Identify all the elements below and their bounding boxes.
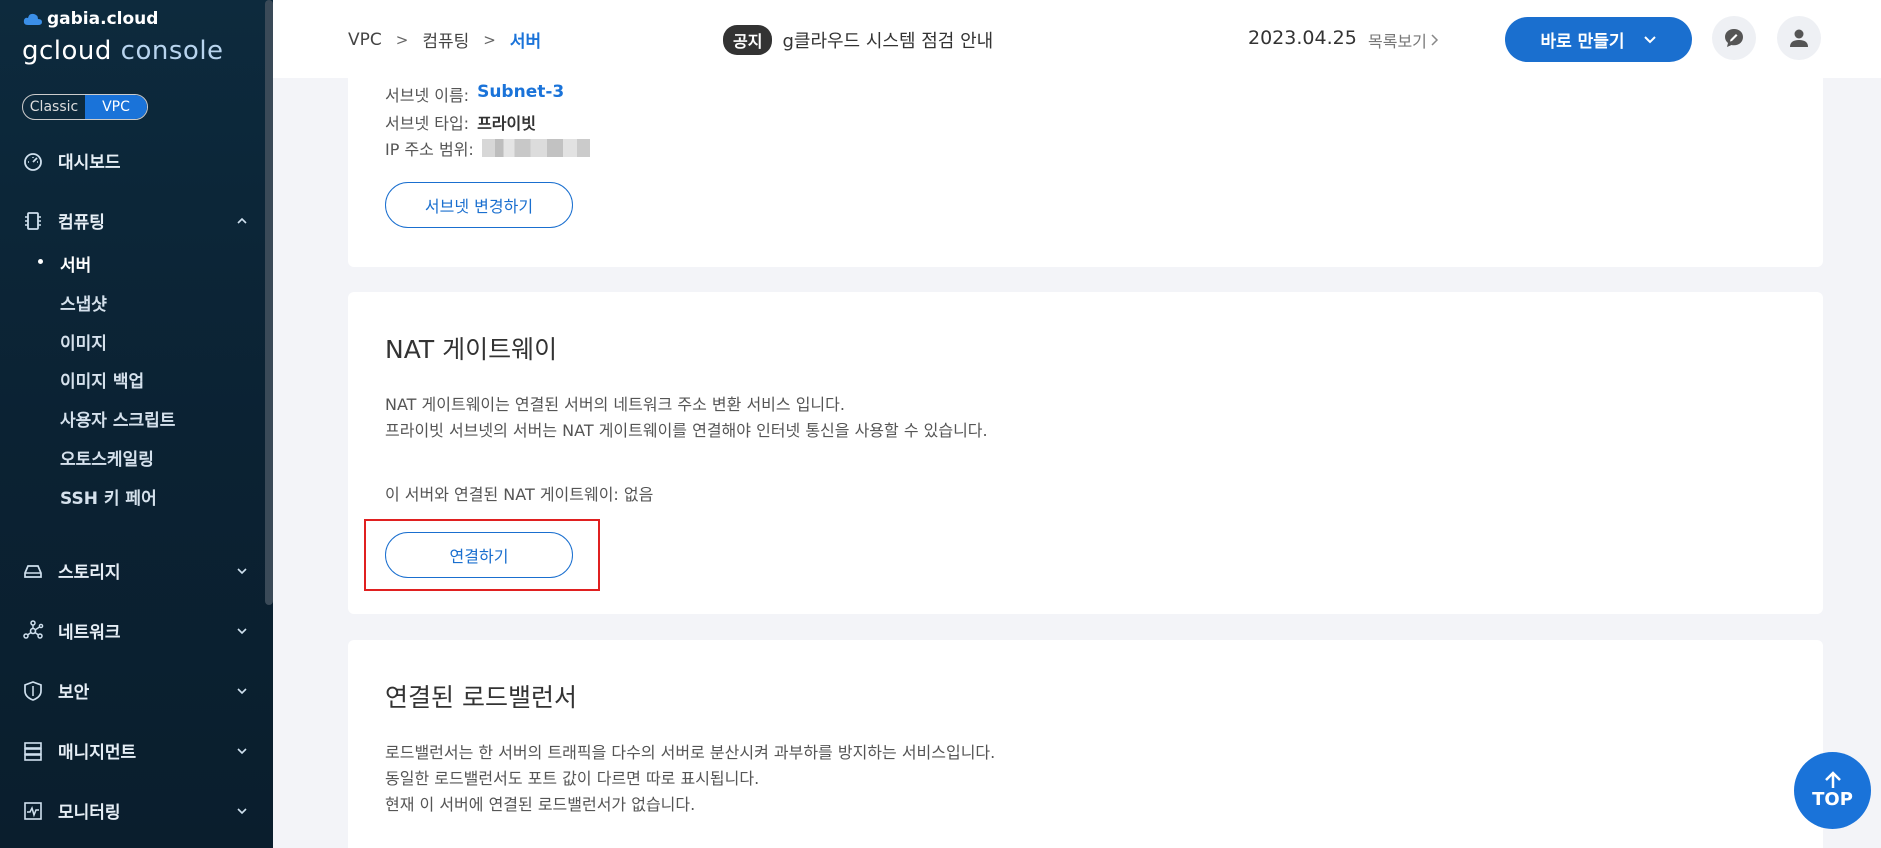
chevron-down-icon bbox=[237, 567, 247, 574]
sidebar-scrollbar[interactable] bbox=[265, 0, 273, 605]
nat-gateway-description: NAT 게이트웨이는 연결된 서버의 네트워크 주소 변환 서비스 입니다. 프… bbox=[385, 392, 988, 444]
breadcrumb-vpc[interactable]: VPC bbox=[348, 30, 382, 50]
sidebar-item-label: 보안 bbox=[58, 683, 90, 703]
sidebar-item-monitoring[interactable]: 모니터링 bbox=[22, 798, 248, 823]
ip-range-row: IP 주소 범위: bbox=[385, 136, 590, 160]
subnet-type-row: 서브넷 타입: 프라이빗 bbox=[385, 110, 536, 134]
sidebar-subitem-autoscaling[interactable]: 오토스케일링 bbox=[60, 445, 154, 470]
sidebar-item-label: 컴퓨팅 bbox=[58, 213, 105, 233]
sidebar-item-label: 대시보드 bbox=[58, 153, 121, 173]
sidebar-item-security[interactable]: 보안 bbox=[22, 678, 248, 703]
breadcrumb-separator-icon: > bbox=[483, 30, 496, 49]
quick-create-label: 바로 만들기 bbox=[1540, 32, 1625, 52]
sidebar-item-management[interactable]: 매니지먼트 bbox=[22, 738, 248, 763]
console-title-sub: console bbox=[111, 36, 224, 66]
nat-gateway-card: NAT 게이트웨이 NAT 게이트웨이는 연결된 서버의 네트워크 주소 변환 … bbox=[348, 292, 1823, 614]
sidebar-subitem-image[interactable]: 이미지 bbox=[60, 329, 107, 354]
lb-desc-line-3: 현재 이 서버에 연결된 로드밸런서가 없습니다. bbox=[385, 795, 696, 814]
brand-small-text: gabia.cloud bbox=[47, 9, 159, 29]
sidebar-subitem-ssh-keypair[interactable]: SSH 키 페어 bbox=[60, 484, 157, 509]
scroll-top-label: TOP bbox=[1812, 789, 1853, 810]
change-subnet-button[interactable]: 서브넷 변경하기 bbox=[385, 182, 573, 228]
load-balancer-card: 연결된 로드밸런서 로드밸런서는 한 서버의 트래픽을 다수의 서버로 분산시켜… bbox=[348, 640, 1823, 848]
cloud-logo-icon bbox=[23, 13, 42, 25]
sidebar-item-computing[interactable]: 컴퓨팅 bbox=[22, 208, 248, 233]
notice-badge: 공지 bbox=[723, 25, 773, 55]
subnet-name-label: 서브넷 이름: bbox=[385, 86, 470, 105]
nat-desc-line-2: 프라이빗 서브넷의 서버는 NAT 게이트웨이를 연결해야 인터넷 통신을 사용… bbox=[385, 421, 988, 440]
subnet-type-label: 서브넷 타입: bbox=[385, 114, 470, 133]
chevron-down-icon bbox=[237, 807, 247, 814]
sidebar-item-network[interactable]: 네트워크 bbox=[22, 618, 248, 643]
chevron-down-icon bbox=[237, 627, 247, 634]
quick-create-button[interactable]: 바로 만들기 bbox=[1505, 17, 1692, 62]
lb-desc-line-1: 로드밸런서는 한 서버의 트래픽을 다수의 서버로 분산시켜 과부하를 방지하는… bbox=[385, 743, 996, 762]
breadcrumb-server: 서버 bbox=[509, 32, 542, 52]
sidebar: gabia.cloud gcloud console Classic VPC 대… bbox=[0, 0, 273, 848]
sidebar-subitem-image-backup[interactable]: 이미지 백업 bbox=[60, 367, 144, 392]
chevron-up-icon bbox=[237, 217, 247, 224]
sidebar-subitem-snapshot[interactable]: 스냅샷 bbox=[60, 290, 107, 315]
management-icon bbox=[24, 741, 42, 761]
user-icon bbox=[1790, 29, 1808, 47]
subnet-type-value: 프라이빗 bbox=[477, 114, 536, 133]
notice-list-link[interactable]: 목록보기 bbox=[1368, 28, 1439, 52]
chevron-down-icon bbox=[237, 687, 247, 694]
breadcrumb-separator-icon: > bbox=[395, 30, 409, 49]
sidebar-subitem-server[interactable]: 서버 bbox=[60, 251, 91, 276]
env-classic-option[interactable]: Classic bbox=[23, 95, 85, 119]
active-dot bbox=[38, 259, 43, 264]
subnet-name-link[interactable]: Subnet-3 bbox=[477, 82, 564, 106]
chip-icon bbox=[25, 211, 41, 230]
notice-list-label: 목록보기 bbox=[1368, 32, 1427, 51]
env-vpc-option[interactable]: VPC bbox=[85, 95, 147, 119]
connect-nat-button[interactable]: 연결하기 bbox=[385, 532, 573, 578]
chevron-down-icon bbox=[1643, 35, 1656, 43]
ip-range-redacted bbox=[481, 139, 590, 157]
feedback-button[interactable] bbox=[1712, 16, 1756, 60]
sidebar-item-dashboard[interactable]: 대시보드 bbox=[22, 148, 248, 173]
shield-icon bbox=[24, 680, 42, 701]
chevron-down-icon bbox=[237, 747, 247, 754]
user-account-button[interactable] bbox=[1777, 16, 1821, 60]
sidebar-item-label: 스토리지 bbox=[58, 563, 121, 583]
breadcrumb-computing[interactable]: 컴퓨팅 bbox=[422, 27, 469, 52]
sidebar-item-label: 매니지먼트 bbox=[58, 743, 137, 763]
notice-text[interactable]: g클라우드 시스템 점검 안내 bbox=[782, 27, 993, 53]
console-title-main: gcloud bbox=[22, 36, 112, 66]
storage-icon bbox=[24, 564, 42, 578]
brand-logo[interactable]: gabia.cloud bbox=[23, 9, 158, 29]
env-toggle: Classic VPC bbox=[22, 94, 148, 120]
breadcrumb: VPC > 컴퓨팅 > 서버 bbox=[348, 27, 542, 53]
nat-gateway-status: 이 서버와 연결된 NAT 게이트웨이: 없음 bbox=[385, 485, 654, 504]
top-bar: VPC > 컴퓨팅 > 서버 공지 g클라우드 시스템 점검 안내 2023.0… bbox=[273, 0, 1881, 78]
sidebar-subitem-user-script[interactable]: 사용자 스크립트 bbox=[60, 406, 175, 431]
chat-bubble-icon bbox=[1725, 29, 1743, 47]
nat-desc-line-1: NAT 게이트웨이는 연결된 서버의 네트워크 주소 변환 서비스 입니다. bbox=[385, 395, 845, 414]
nat-gateway-title: NAT 게이트웨이 bbox=[385, 335, 558, 364]
arrow-up-icon bbox=[1824, 771, 1841, 788]
load-balancer-description: 로드밸런서는 한 서버의 트래픽을 다수의 서버로 분산시켜 과부하를 방지하는… bbox=[385, 740, 995, 818]
sidebar-item-label: 네트워크 bbox=[58, 623, 121, 643]
sidebar-item-label: 모니터링 bbox=[58, 803, 121, 823]
network-icon bbox=[23, 619, 44, 639]
console-title: gcloud console bbox=[22, 36, 224, 66]
subnet-card: 서브넷 이름: Subnet-3 서브넷 타입: 프라이빗 IP 주소 범위: … bbox=[348, 60, 1823, 267]
notice-banner[interactable]: 공지 g클라우드 시스템 점검 안내 bbox=[723, 25, 993, 55]
lb-desc-line-2: 동일한 로드밸런서도 포트 값이 다르면 따로 표시됩니다. bbox=[385, 769, 760, 788]
load-balancer-title: 연결된 로드밸런서 bbox=[385, 683, 577, 712]
sidebar-item-storage[interactable]: 스토리지 bbox=[22, 558, 248, 583]
chevron-right-icon bbox=[1431, 34, 1438, 46]
dashboard-icon bbox=[24, 152, 42, 171]
notice-date: 2023.04.25 bbox=[1248, 27, 1357, 49]
subnet-name-row: 서브넷 이름: Subnet-3 bbox=[385, 82, 564, 106]
ip-range-label: IP 주소 범위: bbox=[385, 140, 474, 159]
monitoring-icon bbox=[24, 801, 42, 820]
scroll-top-button[interactable]: TOP bbox=[1794, 752, 1871, 829]
